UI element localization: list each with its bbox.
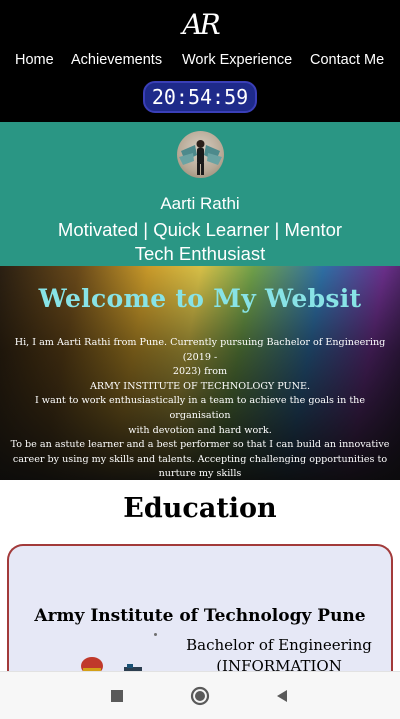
recents-square-icon[interactable] xyxy=(105,684,129,708)
profile-tagline: Motivated | Quick Learner | Mentor xyxy=(57,219,343,240)
profile-section: Aarti Rathi Motivated | Quick Learner | … xyxy=(0,122,400,266)
logo-text: AR xyxy=(182,7,220,41)
main-nav: Home Achievements Work Experience Contac… xyxy=(0,52,400,70)
nav-work-experience-link[interactable]: Work Experience xyxy=(182,52,292,68)
avatar-photo xyxy=(179,140,222,175)
logo[interactable]: AR xyxy=(173,6,227,42)
welcome-title: Welcome to My Websit xyxy=(38,284,362,313)
profile-name: Aarti Rathi xyxy=(160,194,240,213)
intro-text: Hi, I am Aarti Rathi from Pune. Currentl… xyxy=(8,336,392,482)
education-heading: Education xyxy=(123,493,277,524)
avatar xyxy=(177,131,224,178)
intro-line: ARMY INSTITUTE OF TECHNOLOGY PUNE. xyxy=(89,380,311,392)
site-header: AR Home Achievements Work Experience Con… xyxy=(0,0,400,122)
intro-line: Hi, I am Aarti Rathi from Pune. Currentl… xyxy=(14,337,386,363)
nav-achievements-link[interactable]: Achievements xyxy=(71,52,162,68)
intro-line: nurture my skills xyxy=(158,468,242,480)
intro-line: 2023) from xyxy=(172,366,228,378)
institute-name: Army Institute of Technology Pune xyxy=(34,606,366,626)
intro-line: To be an astute learner and a best perfo… xyxy=(10,439,390,451)
education-card: Army Institute of Technology Pune Bachel… xyxy=(7,544,393,684)
intro-line: I want to work enthusiastically in a tea… xyxy=(34,395,366,421)
degree-line: Bachelor of Engineering xyxy=(186,636,372,654)
digital-clock: 20:54:59 xyxy=(143,81,257,113)
back-triangle-icon[interactable] xyxy=(270,684,294,708)
system-navigation-bar xyxy=(0,671,400,719)
welcome-section: Welcome to My Websit Hi, I am Aarti Rath… xyxy=(0,266,400,480)
intro-line: with devotion and hard work. xyxy=(128,424,272,436)
profile-tagline-2: Tech Enthusiast xyxy=(134,243,266,264)
intro-line: career by using my skills and talents. A… xyxy=(12,453,388,465)
nav-contact-me-link[interactable]: Contact Me xyxy=(310,52,384,68)
decorative-dot xyxy=(154,633,157,636)
home-circle-icon[interactable] xyxy=(188,684,212,708)
nav-home-link[interactable]: Home xyxy=(15,52,54,68)
